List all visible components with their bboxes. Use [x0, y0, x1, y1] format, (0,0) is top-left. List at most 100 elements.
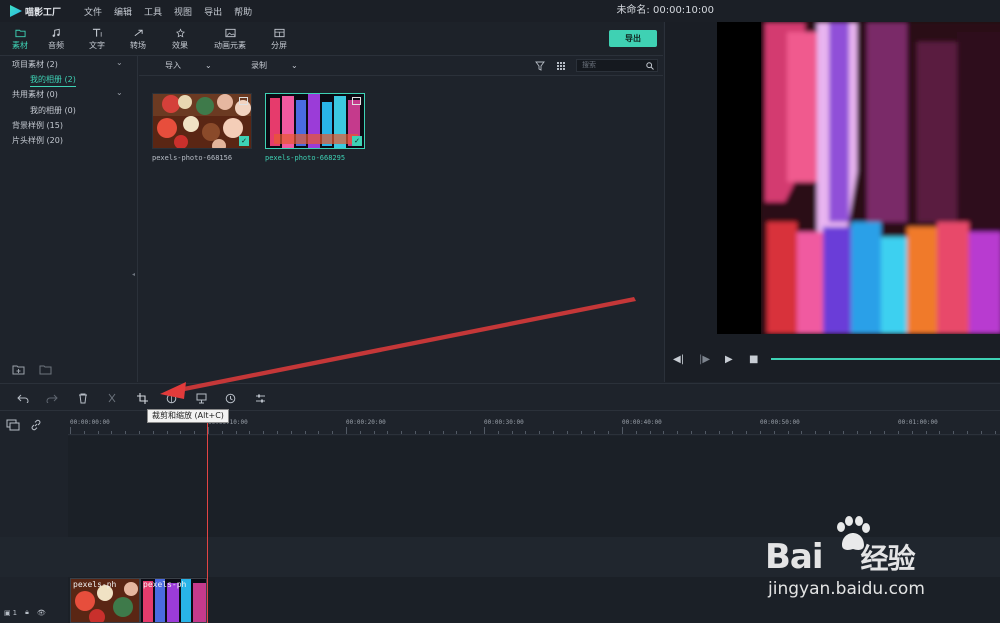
ruler-tick [443, 431, 444, 434]
chevron-down-icon[interactable]: ⌄ [116, 58, 123, 67]
delete-icon[interactable] [76, 391, 90, 405]
import-dropdown[interactable]: 导入 ⌄ [165, 60, 212, 71]
ruler-tick [677, 431, 678, 434]
chevron-down-icon[interactable]: ⌄ [116, 88, 123, 97]
ruler-tick [263, 431, 264, 434]
lock-icon[interactable]: 🔒︎ [25, 608, 29, 617]
grid-view-icon[interactable] [556, 61, 566, 71]
ruler-tick [236, 431, 237, 434]
tab-label: 动画元素 [214, 40, 246, 50]
timeline-track-headers [0, 411, 68, 623]
menu-tools[interactable]: 工具 [138, 5, 168, 18]
checkmark-icon: ✓ [239, 136, 249, 146]
ruler-tick [705, 431, 706, 434]
new-folder-icon[interactable] [12, 364, 25, 375]
media-thumbnail-selected[interactable]: ✓ [265, 93, 365, 149]
ruler-tick [801, 431, 802, 434]
export-button[interactable]: 导出 [609, 30, 657, 47]
ruler-tick [663, 431, 664, 434]
tab-split-screen[interactable]: 分屏 [259, 22, 299, 56]
playback-progress-bar[interactable] [771, 358, 1000, 360]
ruler-tick [926, 431, 927, 434]
sidebar-item-shared-media[interactable]: 共用素材 (0) [12, 89, 58, 100]
split-scissors-icon[interactable] [105, 391, 119, 405]
delete-folder-icon[interactable] [39, 364, 52, 375]
split-screen-icon [273, 28, 285, 37]
prev-frame-icon[interactable]: ◀| [673, 354, 684, 365]
ruler-tick-label: 00:00:20:00 [346, 419, 386, 426]
sidebar-item-my-album[interactable]: 我的相册 (2) [30, 74, 76, 87]
checkmark-icon: ✓ [352, 136, 362, 146]
link-icon[interactable] [30, 419, 42, 431]
add-track-icon[interactable] [6, 419, 20, 431]
logo-text: 喵影工厂 [25, 7, 62, 18]
tab-effects[interactable]: 效果 [160, 22, 200, 56]
timeline-clip[interactable]: pexels-ph [140, 578, 207, 623]
video-editor-window: 喵影工厂 文件 编辑 工具 视图 导出 帮助 未命名: 00:00:10:00 … [0, 0, 1000, 623]
ruler-tick [208, 427, 209, 434]
filter-icon[interactable] [535, 61, 545, 71]
sidebar-item-intro-samples[interactable]: 片头样例 (20) [12, 135, 63, 146]
menu-view[interactable]: 视图 [168, 5, 198, 18]
ruler-tick [332, 431, 333, 434]
ruler-tick [774, 431, 775, 434]
adjust-settings-icon[interactable] [253, 391, 267, 405]
color-tune-icon[interactable] [164, 391, 178, 405]
timeline-clip[interactable]: pexels-ph [70, 578, 140, 623]
ruler-tick [318, 431, 319, 434]
ruler-tick [139, 431, 140, 434]
track-number: 1 [12, 608, 18, 617]
baidu-watermark: Bai 经验 jingyan.baidu.com [765, 515, 985, 605]
stop-icon[interactable]: ■ [749, 354, 758, 365]
ruler-tick [167, 431, 168, 434]
ruler-tick [898, 431, 899, 434]
watermark-url: jingyan.baidu.com [768, 579, 925, 599]
ruler-tick [470, 431, 471, 434]
crop-icon[interactable] [135, 391, 149, 405]
menu-help[interactable]: 帮助 [228, 5, 258, 18]
tab-audio[interactable]: 音频 [36, 22, 76, 56]
ruler-tick [222, 431, 223, 434]
record-dropdown[interactable]: 录制 ⌄ [251, 60, 298, 71]
ruler-tick [732, 431, 733, 434]
ruler-tick [815, 431, 816, 434]
ruler-tick [650, 431, 651, 434]
collapse-handle-icon[interactable]: ◂ [132, 271, 135, 278]
ruler-tick-label: 00:00:50:00 [760, 419, 800, 426]
tab-label: 转场 [130, 40, 146, 50]
ruler-tick [622, 427, 623, 434]
menu-export[interactable]: 导出 [198, 5, 228, 18]
menu-edit[interactable]: 编辑 [108, 5, 138, 18]
menu-file[interactable]: 文件 [78, 5, 108, 18]
media-thumbnail[interactable]: ✓ [152, 93, 252, 149]
tab-transition[interactable]: 转场 [118, 22, 158, 56]
watermark-brand-latin: Bai [765, 537, 824, 577]
effects-icon [175, 27, 185, 37]
green-screen-icon[interactable] [194, 391, 208, 405]
clip-caption: pexels-ph [143, 580, 187, 589]
undo-icon[interactable] [16, 391, 30, 405]
tab-media[interactable]: 素材 [0, 22, 40, 56]
search-icon[interactable] [646, 62, 654, 70]
media-grid: ✓ pexels-photo-668156 ✓ pexels-photo-668… [139, 76, 663, 382]
sidebar-item-project-media[interactable]: 项目素材 (2) [12, 59, 58, 70]
tab-label: 素材 [12, 40, 28, 50]
preview-frame-image [717, 22, 1000, 334]
sidebar-item-background-samples[interactable]: 背景样例 (15) [12, 120, 63, 131]
ruler-tick [636, 431, 637, 434]
redo-icon[interactable] [45, 391, 59, 405]
play-icon[interactable]: ▶ [725, 354, 733, 365]
ruler-tick [291, 431, 292, 434]
ruler-tick [387, 431, 388, 434]
eye-icon[interactable]: 👁︎ [37, 609, 46, 617]
tab-elements[interactable]: 动画元素 [206, 22, 254, 56]
ruler-tick [84, 431, 85, 434]
ruler-tick [415, 431, 416, 434]
tab-text[interactable]: 文字 [77, 22, 117, 56]
speed-clock-icon[interactable] [223, 391, 237, 405]
media-library-sidebar: 项目素材 (2) ⌄ 我的相册 (2) 共用素材 (0) ⌄ 我的相册 (0) … [0, 56, 138, 382]
thumbnail-image [266, 94, 364, 148]
next-frame-icon[interactable]: |▶ [699, 354, 710, 365]
playhead[interactable] [207, 411, 208, 623]
sidebar-item-shared-album[interactable]: 我的相册 (0) [30, 105, 76, 116]
